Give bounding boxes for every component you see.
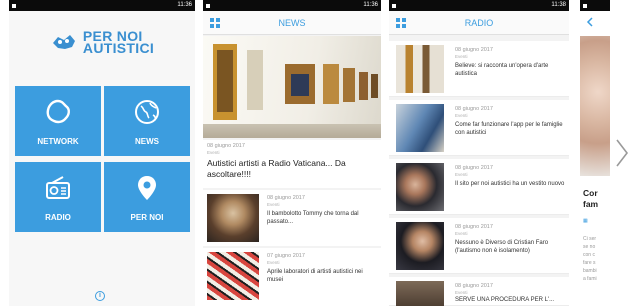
detail-body-line: se no <box>583 244 596 250</box>
radio-list-item[interactable]: 08 giugno 2017 Eventi Come far funzionar… <box>389 100 569 156</box>
news-category: Eventi <box>207 150 220 155</box>
tile-label: PER NOI <box>130 213 164 222</box>
radio-category: Eventi <box>455 231 468 236</box>
detail-body-line: a fami <box>583 276 597 282</box>
tile-radio[interactable]: RADIO <box>15 162 101 232</box>
radio-title: Nessuno è Diverso di Cristian Faro (l'au… <box>455 240 549 254</box>
news-date: 08 giugno 2017 <box>267 195 305 201</box>
detail-body-line: Ci ser <box>583 236 597 242</box>
notification-icon <box>392 3 396 8</box>
news-category: Eventi <box>267 260 280 265</box>
hero-image[interactable] <box>203 36 381 138</box>
radio-category: Eventi <box>455 54 468 59</box>
info-icon[interactable]: i <box>95 291 105 301</box>
tile-network[interactable]: NETWORK <box>15 86 101 156</box>
radio-date: 08 giugno 2017 <box>455 106 493 112</box>
news-thumbnail <box>207 194 259 242</box>
detail-image <box>580 36 610 176</box>
tile-label: NEWS <box>135 137 159 146</box>
home-screen: 11:36 PER NOI AUTISTICI NETWORK NEWS RAD… <box>9 0 195 306</box>
detail-title-line-1: Cor <box>583 188 598 198</box>
location-pin-icon <box>138 176 156 200</box>
radio-title: SERVE UNA PROCEDURA PER L'... <box>455 297 555 303</box>
radio-category: Eventi <box>455 172 468 177</box>
radio-date: 08 giugno 2017 <box>455 283 493 289</box>
tile-label: RADIO <box>45 213 71 222</box>
radio-thumbnail <box>396 45 444 93</box>
news-screen: 11:36 NEWS 08 giugno 2017 Eventi Autisti… <box>203 0 381 306</box>
tile-per-noi[interactable]: PER NOI <box>104 162 190 232</box>
radio-title: Believe: si racconta un'opera d'arte aut… <box>455 63 549 77</box>
radio-category: Eventi <box>455 290 468 295</box>
radio-screen: 11:38 RADIO 08 giugno 2017 Eventi Believ… <box>389 0 569 306</box>
radio-date: 08 giugno 2017 <box>455 47 493 53</box>
detail-body-line: bambi <box>583 268 597 274</box>
radio-list-item[interactable]: 08 giugno 2017 Eventi Believe: si raccon… <box>389 41 569 97</box>
detail-body-line: fare s <box>583 260 596 266</box>
detail-screen: Cor fam ▦ Ci ser se no con c fare s bamb… <box>580 0 610 306</box>
status-time: 11:36 <box>177 2 192 8</box>
chevron-right-icon[interactable] <box>614 138 630 168</box>
page-title: NEWS <box>278 18 306 28</box>
status-bar: 11:36 <box>203 0 381 11</box>
news-category: Eventi <box>267 202 280 207</box>
logo-line-2: AUTISTICI <box>82 40 155 56</box>
news-list-item[interactable]: 08 giugno 2017 Eventi Il bambolotto Tomm… <box>203 190 381 246</box>
news-date: 07 giugno 2017 <box>267 253 305 259</box>
news-date: 08 giugno 2017 <box>207 143 245 149</box>
news-hero-card[interactable]: 08 giugno 2017 Eventi Autistici artisti … <box>203 140 381 188</box>
page-title: RADIO <box>464 18 494 28</box>
detail-title-line-2: fam <box>583 199 599 209</box>
tile-label: NETWORK <box>37 137 79 146</box>
radio-thumbnail <box>396 104 444 152</box>
back-arrow-icon[interactable] <box>586 17 594 27</box>
status-bar: 11:38 <box>389 0 569 11</box>
radio-thumbnail <box>396 163 444 211</box>
calendar-icon: ▦ <box>583 218 588 224</box>
radio-icon <box>46 176 70 199</box>
news-title: Il bambolotto Tommy che torna dal passat… <box>267 211 359 225</box>
status-time: 11:36 <box>363 2 378 8</box>
radio-list-item[interactable]: 08 giugno 2017 Eventi Il sito per noi au… <box>389 159 569 215</box>
detail-body-line: con c <box>583 252 595 258</box>
radio-thumbnail <box>396 281 444 306</box>
radio-title: Il sito per noi autistici ha un vestito … <box>455 181 565 187</box>
status-bar <box>580 0 610 11</box>
network-icon <box>46 99 70 124</box>
radio-title: Come far funzionare l'app per le famigli… <box>455 122 563 136</box>
radio-list-item[interactable]: 08 giugno 2017 Eventi Nessuno è Diverso … <box>389 218 569 274</box>
logo-icon <box>52 35 75 49</box>
news-app-bar: NEWS <box>203 11 381 35</box>
radio-list-item[interactable]: 08 giugno 2017 Eventi SERVE UNA PROCEDUR… <box>389 277 569 306</box>
radio-category: Eventi <box>455 113 468 118</box>
globe-icon <box>135 100 159 124</box>
radio-date: 08 giugno 2017 <box>455 165 493 171</box>
news-list-item[interactable]: 07 giugno 2017 Eventi Aprile laboratori … <box>203 248 381 306</box>
tile-news[interactable]: NEWS <box>104 86 190 156</box>
notification-icon <box>12 3 16 8</box>
radio-thumbnail <box>396 222 444 270</box>
news-title: Aprile laboratori di artisti autistici n… <box>267 269 363 283</box>
news-title: Autistici artisti a Radio Vaticana... Da… <box>207 158 346 179</box>
status-time: 11:38 <box>551 2 566 8</box>
news-thumbnail <box>207 252 259 300</box>
status-bar: 11:36 <box>9 0 195 11</box>
radio-date: 08 giugno 2017 <box>455 224 493 230</box>
radio-app-bar: RADIO <box>389 11 569 35</box>
app-logo: PER NOI AUTISTICI <box>9 29 195 56</box>
notification-icon <box>206 3 210 8</box>
notification-icon <box>583 3 587 8</box>
